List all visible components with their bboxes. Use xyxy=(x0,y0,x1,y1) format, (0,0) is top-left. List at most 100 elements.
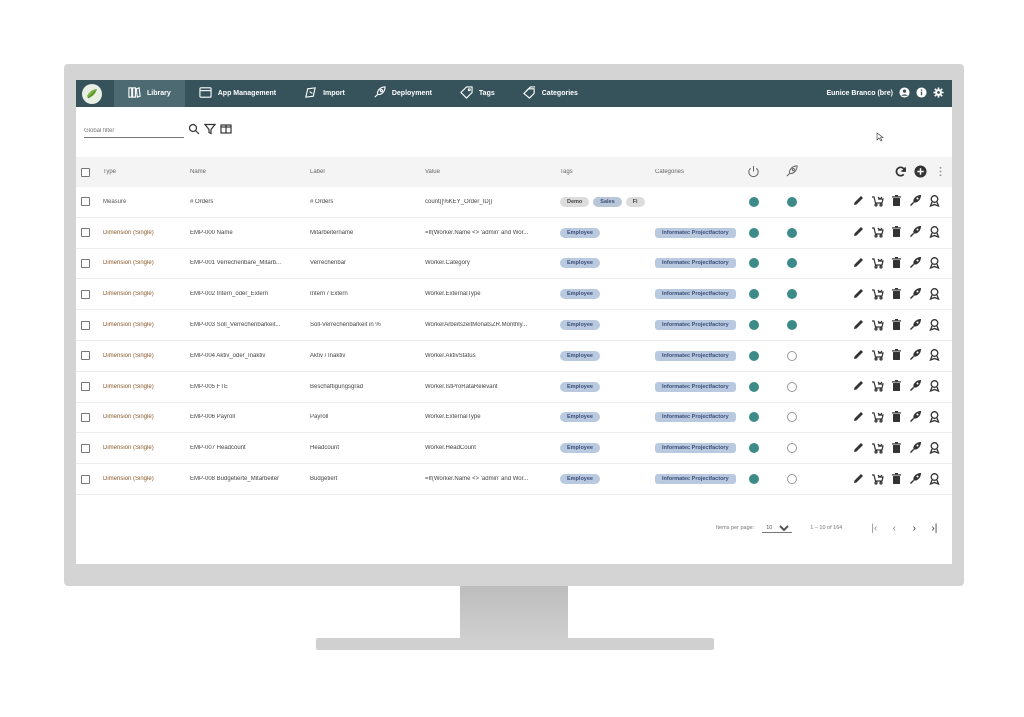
tag-chip[interactable]: Employee xyxy=(560,381,600,392)
nav-item-tags[interactable]: Tags xyxy=(446,80,509,107)
award-icon[interactable] xyxy=(928,256,941,271)
rocket-icon[interactable] xyxy=(909,379,922,394)
header-value[interactable]: Value xyxy=(425,169,553,175)
trash-icon[interactable] xyxy=(890,194,903,209)
rocket-icon[interactable] xyxy=(909,256,922,271)
row-checkbox[interactable] xyxy=(81,412,90,422)
header-categories[interactable]: Categories xyxy=(655,169,739,175)
table-row[interactable]: Measure # Orders # Orders count([%KEY_Or… xyxy=(76,187,952,218)
deploy-status-indicator[interactable] xyxy=(787,320,797,331)
global-filter-input[interactable] xyxy=(84,124,184,138)
edit-icon[interactable] xyxy=(852,287,865,302)
table-row[interactable]: Dimension (Single) EMP-005 FTE Beschäfti… xyxy=(76,372,952,403)
row-checkbox[interactable] xyxy=(81,351,90,361)
tag-chip[interactable]: Employee xyxy=(560,320,600,331)
edit-icon[interactable] xyxy=(852,348,865,363)
active-status-indicator[interactable] xyxy=(749,350,759,361)
row-checkbox[interactable] xyxy=(81,197,90,207)
category-chip[interactable]: Informatec Projectfactory xyxy=(655,443,736,454)
tag-chip[interactable]: Employee xyxy=(560,474,600,485)
edit-icon[interactable] xyxy=(852,256,865,271)
row-checkbox[interactable] xyxy=(81,228,90,238)
nav-item-library[interactable]: Library xyxy=(114,80,185,107)
rocket-icon[interactable] xyxy=(909,287,922,302)
rocket-icon[interactable] xyxy=(909,194,922,209)
rocket-icon[interactable] xyxy=(909,410,922,425)
cart-icon[interactable] xyxy=(871,379,884,394)
gear-icon[interactable] xyxy=(933,87,944,100)
edit-icon[interactable] xyxy=(852,379,865,394)
award-icon[interactable] xyxy=(928,318,941,333)
table-row[interactable]: Dimension (Single) EMP-000 Name Mitarbei… xyxy=(76,218,952,249)
trash-icon[interactable] xyxy=(890,348,903,363)
active-status-indicator[interactable] xyxy=(749,443,759,454)
nav-item-categories[interactable]: Categories xyxy=(509,80,592,107)
nav-item-app-management[interactable]: App Management xyxy=(185,80,290,107)
deploy-status-indicator[interactable] xyxy=(787,474,797,485)
category-chip[interactable]: Informatec Projectfactory xyxy=(655,381,736,392)
active-status-indicator[interactable] xyxy=(749,412,759,423)
tag-chip[interactable]: Demo xyxy=(560,196,590,207)
award-icon[interactable] xyxy=(928,348,941,363)
tag-chip[interactable]: Employee xyxy=(560,350,600,361)
info-icon[interactable] xyxy=(916,87,927,100)
deploy-status-indicator[interactable] xyxy=(787,443,797,454)
tag-chip[interactable]: Employee xyxy=(560,412,600,423)
row-checkbox[interactable] xyxy=(81,289,90,299)
category-chip[interactable]: Informatec Projectfactory xyxy=(655,289,736,300)
search-icon[interactable] xyxy=(188,122,200,140)
items-per-page-select[interactable]: 10 xyxy=(762,523,793,533)
filter-icon[interactable] xyxy=(203,122,217,140)
cart-icon[interactable] xyxy=(871,348,884,363)
active-status-indicator[interactable] xyxy=(749,474,759,485)
tag-chip[interactable]: Fi xyxy=(625,196,645,207)
trash-icon[interactable] xyxy=(890,287,903,302)
trash-icon[interactable] xyxy=(890,472,903,487)
rocket-icon[interactable] xyxy=(909,348,922,363)
rocket-icon[interactable] xyxy=(909,225,922,240)
row-checkbox[interactable] xyxy=(81,382,90,392)
header-tags[interactable]: Tags xyxy=(560,169,646,175)
columns-icon[interactable] xyxy=(220,122,232,140)
header-name[interactable]: Name xyxy=(190,169,300,175)
more-vert-icon[interactable] xyxy=(934,165,947,180)
app-logo[interactable] xyxy=(82,83,102,104)
prev-page-icon[interactable]: ‹ xyxy=(888,522,900,534)
trash-icon[interactable] xyxy=(890,318,903,333)
power-icon[interactable] xyxy=(747,165,760,180)
table-row[interactable]: Dimension (Single) EMP-003 Soll_Verreche… xyxy=(76,310,952,341)
trash-icon[interactable] xyxy=(890,256,903,271)
rocket-icon[interactable] xyxy=(785,164,798,180)
table-row[interactable]: Dimension (Single) EMP-007 Headcount Hea… xyxy=(76,433,952,465)
header-label[interactable]: Label xyxy=(310,169,420,175)
edit-icon[interactable] xyxy=(852,472,865,487)
award-icon[interactable] xyxy=(928,194,941,209)
rocket-icon[interactable] xyxy=(909,318,922,333)
row-checkbox[interactable] xyxy=(81,474,90,484)
edit-icon[interactable] xyxy=(852,194,865,209)
trash-icon[interactable] xyxy=(890,379,903,394)
award-icon[interactable] xyxy=(928,441,941,456)
header-type[interactable]: Type xyxy=(103,169,185,175)
next-page-icon[interactable]: › xyxy=(908,522,920,534)
rocket-icon[interactable] xyxy=(909,472,922,487)
deploy-status-indicator[interactable] xyxy=(787,412,797,423)
tag-chip[interactable]: Employee xyxy=(560,227,600,238)
row-checkbox[interactable] xyxy=(81,443,90,453)
table-row[interactable]: Dimension (Single) EMP-001 Verrechenbare… xyxy=(76,249,952,280)
nav-item-deployment[interactable]: Deployment xyxy=(359,80,446,107)
cart-icon[interactable] xyxy=(871,410,884,425)
edit-icon[interactable] xyxy=(852,225,865,240)
active-status-indicator[interactable] xyxy=(749,381,759,392)
award-icon[interactable] xyxy=(928,379,941,394)
deploy-status-indicator[interactable] xyxy=(787,350,797,361)
cart-icon[interactable] xyxy=(871,194,884,209)
active-status-indicator[interactable] xyxy=(749,227,759,238)
active-status-indicator[interactable] xyxy=(749,320,759,331)
row-checkbox[interactable] xyxy=(81,320,90,330)
deploy-status-indicator[interactable] xyxy=(787,381,797,392)
award-icon[interactable] xyxy=(928,225,941,240)
category-chip[interactable]: Informatec Projectfactory xyxy=(655,412,736,423)
refresh-icon[interactable] xyxy=(894,165,907,180)
category-chip[interactable]: Informatec Projectfactory xyxy=(655,258,736,269)
